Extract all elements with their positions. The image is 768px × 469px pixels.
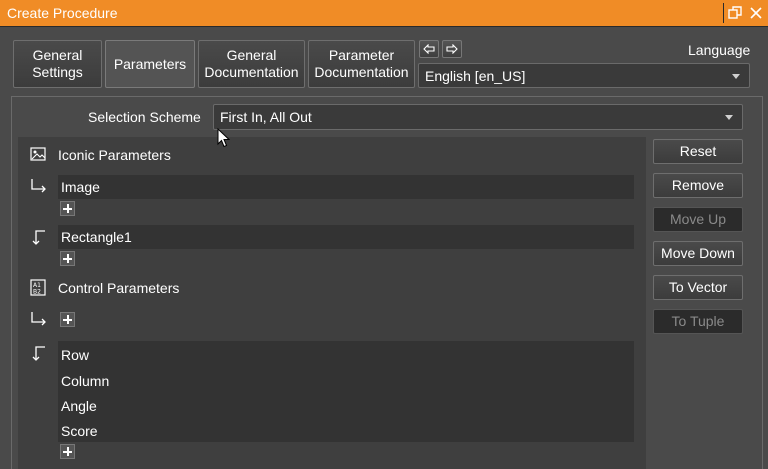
language-select[interactable]: English [en_US] <box>418 63 750 88</box>
input-arrow-icon <box>30 178 48 197</box>
add-iconic-input-button[interactable] <box>60 201 75 216</box>
output-arrow-icon <box>30 345 48 366</box>
tab-parameters[interactable]: Parameters <box>105 40 195 88</box>
control-output-angle[interactable]: Angle <box>61 398 97 414</box>
add-control-output-button[interactable] <box>60 444 75 459</box>
iconic-parameters-header: Iconic Parameters <box>58 147 171 163</box>
selection-scheme-select[interactable]: First In, All Out <box>213 104 743 130</box>
chevron-down-icon <box>725 115 733 120</box>
control-output-row[interactable]: Row <box>61 347 89 363</box>
control-output-group <box>58 341 634 442</box>
arrow-left-icon <box>423 44 435 54</box>
window-title: Create Procedure <box>7 5 118 21</box>
image-icon <box>30 147 46 164</box>
mouse-cursor-icon <box>217 127 231 151</box>
scroll-tabs-right-button[interactable] <box>442 40 462 58</box>
control-parameters-header: Control Parameters <box>58 280 180 296</box>
list-item[interactable] <box>58 225 634 249</box>
tab-parameter-documentation[interactable]: Parameter Documentation <box>308 40 415 88</box>
move-down-button[interactable]: Move Down <box>653 241 743 266</box>
list-item[interactable] <box>58 175 634 199</box>
control-output-score[interactable]: Score <box>61 423 98 439</box>
iconic-input-image[interactable]: Image <box>61 179 100 195</box>
language-selected-value: English [en_US] <box>425 67 526 84</box>
close-icon[interactable] <box>745 0 767 26</box>
reset-button[interactable]: Reset <box>653 139 743 164</box>
input-arrow-icon <box>30 311 48 330</box>
title-bar: Create Procedure <box>0 0 768 27</box>
add-control-input-button[interactable] <box>60 312 75 327</box>
remove-button[interactable]: Remove <box>653 173 743 198</box>
tab-general-settings[interactable]: General Settings <box>13 40 102 88</box>
chevron-down-icon <box>732 73 740 79</box>
selection-scheme-label: Selection Scheme <box>88 109 201 125</box>
control-output-column[interactable]: Column <box>61 373 109 389</box>
language-label: Language <box>688 42 751 58</box>
add-iconic-output-button[interactable] <box>60 251 75 266</box>
move-up-button[interactable]: Move Up <box>653 207 743 232</box>
selection-scheme-selected-value: First In, All Out <box>220 109 312 125</box>
undock-icon[interactable] <box>724 0 746 26</box>
to-tuple-button[interactable]: To Tuple <box>653 309 743 334</box>
svg-text:B2: B2 <box>33 289 41 296</box>
control-parameters-icon: A1 B2 <box>30 279 46 299</box>
to-vector-button[interactable]: To Vector <box>653 275 743 300</box>
tab-general-documentation[interactable]: General Documentation <box>198 40 305 88</box>
iconic-output-rectangle1[interactable]: Rectangle1 <box>61 229 132 245</box>
arrow-right-icon <box>446 44 458 54</box>
output-arrow-icon <box>30 229 48 250</box>
scroll-tabs-left-button[interactable] <box>419 40 439 58</box>
